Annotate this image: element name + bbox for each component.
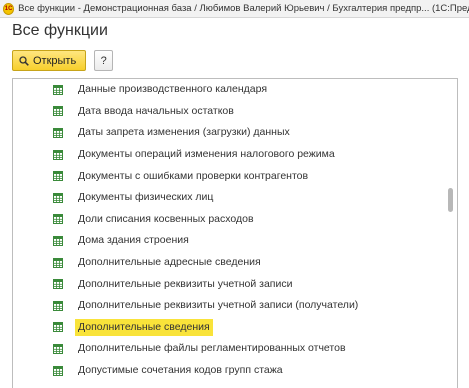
catalog-table-icon — [53, 149, 63, 160]
catalog-table-icon — [53, 127, 63, 138]
catalog-table-icon — [53, 106, 63, 117]
toolbar: Открыть ? — [12, 50, 114, 71]
catalog-table-icon — [53, 343, 63, 354]
title-bar: 1С Все функции - Демонстрационная база /… — [0, 0, 469, 18]
list-item[interactable]: Доли списания косвенных расходов — [13, 209, 439, 231]
window-title: Все функции - Демонстрационная база / Лю… — [18, 3, 469, 14]
catalog-table-icon — [53, 322, 63, 333]
list-item[interactable]: Документы физических лиц — [13, 187, 439, 209]
list-item-label: Дополнительные адресные сведения — [78, 256, 261, 269]
list-item-label: Дополнительные реквизиты учетной записи … — [78, 299, 359, 312]
list-item[interactable]: Данные производственного календаря — [13, 79, 439, 101]
list-item-label: Документы с ошибками проверки контрагент… — [78, 169, 309, 182]
list-item-label: Допустимые сочетания кодов групп стажа — [78, 364, 283, 377]
list-item-label: Доли списания косвенных расходов — [78, 212, 254, 225]
list-item[interactable]: Допустимые сочетания кодов групп стажа — [13, 360, 439, 382]
list-item-label: Дома здания строения — [78, 234, 189, 247]
list-item[interactable]: Даты запрета изменения (загрузки) данных — [13, 122, 439, 144]
functions-list-panel: Данные производственного календаря Дата в… — [12, 78, 458, 388]
vertical-scrollbar[interactable] — [443, 79, 457, 388]
list-item-label: Дополнительные файлы регламентированных … — [78, 342, 346, 355]
list-item-label: Дополнительные реквизиты учетной записи — [78, 277, 293, 290]
catalog-table-icon — [53, 214, 63, 225]
catalog-table-icon — [53, 257, 63, 268]
list-item[interactable]: Дома здания строения — [13, 230, 439, 252]
list-item-label: Дополнительные сведения — [75, 318, 213, 336]
catalog-table-icon — [53, 300, 63, 311]
list-item-label: Документы операций изменения налогового … — [78, 148, 335, 161]
catalog-table-icon — [53, 279, 63, 290]
open-button-label: Открыть — [33, 54, 77, 67]
catalog-table-icon — [53, 192, 63, 203]
functions-list: Данные производственного календаря Дата в… — [13, 79, 439, 381]
open-button[interactable]: Открыть — [12, 50, 87, 71]
scrollbar-thumb[interactable] — [448, 188, 453, 212]
list-item[interactable]: Дополнительные адресные сведения — [13, 252, 439, 274]
list-item-label: Документы физических лиц — [78, 191, 214, 204]
catalog-table-icon — [53, 235, 63, 246]
list-item[interactable]: Дополнительные сведения — [13, 317, 439, 339]
list-item[interactable]: Документы с ошибками проверки контрагент… — [13, 165, 439, 187]
list-item[interactable]: Дата ввода начальных остатков — [13, 101, 439, 123]
page-title: Все функции — [12, 22, 108, 39]
catalog-table-icon — [53, 365, 63, 376]
list-item[interactable]: Дополнительные реквизиты учетной записи — [13, 273, 439, 295]
list-item[interactable]: Дополнительные файлы регламентированных … — [13, 338, 439, 360]
help-button[interactable]: ? — [94, 50, 114, 71]
list-item-label: Дата ввода начальных остатков — [78, 104, 234, 117]
catalog-table-icon — [53, 84, 63, 95]
list-item[interactable]: Документы операций изменения налогового … — [13, 144, 439, 166]
1c-logo-icon[interactable]: 1С — [3, 2, 15, 15]
list-item[interactable]: Дополнительные реквизиты учетной записи … — [13, 295, 439, 317]
main-window: 1С Все функции - Демонстрационная база /… — [0, 0, 469, 388]
search-icon — [19, 55, 29, 66]
list-item-label: Данные производственного календаря — [78, 83, 268, 96]
catalog-table-icon — [53, 171, 63, 182]
list-item-label: Даты запрета изменения (загрузки) данных — [78, 126, 290, 139]
